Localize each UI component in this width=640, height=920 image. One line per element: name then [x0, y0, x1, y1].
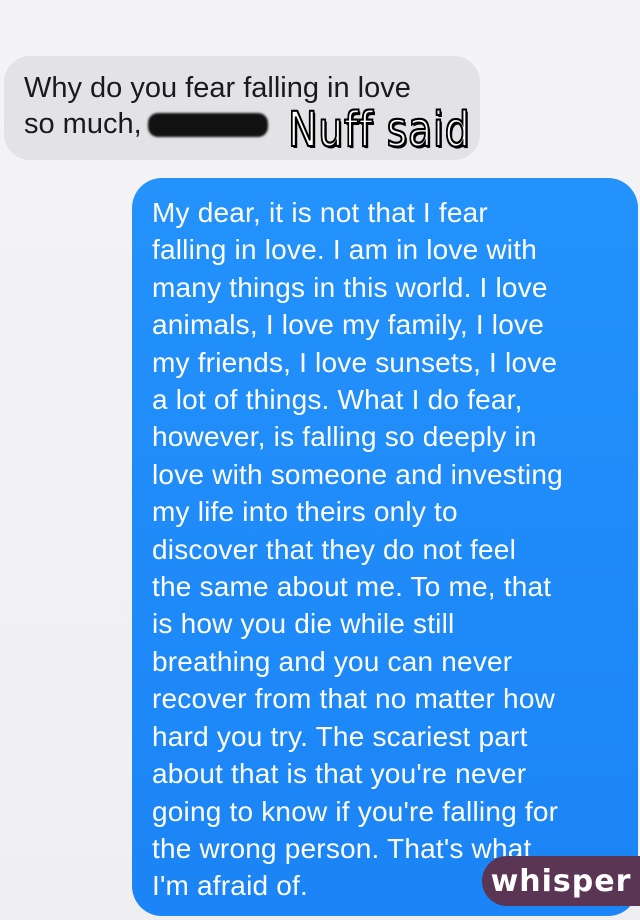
outgoing-line-12: is how you die while still [152, 608, 455, 640]
outgoing-line-15: hard you try. The scariest part [152, 720, 528, 752]
outgoing-message-text: My dear, it is not that I fear falling i… [152, 194, 620, 905]
outgoing-line-10: discover that they do not feel [152, 533, 516, 565]
outgoing-line-5: my friends, I love sunsets, I love [152, 346, 558, 378]
outgoing-line-11: the same about me. To me, that [152, 571, 552, 603]
outgoing-line-2: falling in love. I am in love with [152, 234, 537, 266]
outgoing-line-16: about that is that you're never [152, 758, 527, 790]
outgoing-line-7: however, is falling so deeply in [152, 421, 537, 453]
outgoing-line-8: love with someone and investing [152, 458, 563, 490]
outgoing-message-bubble: My dear, it is not that I fear falling i… [132, 178, 638, 916]
outgoing-line-1: My dear, it is not that I fear [152, 197, 488, 228]
outgoing-line-14: recover from that no matter how [152, 683, 556, 715]
outgoing-line-9: my life into theirs only to [152, 496, 458, 528]
outgoing-line-17: going to know if you're falling for [152, 795, 559, 827]
redacted-name [147, 113, 268, 138]
outgoing-line-4: animals, I love my family, I love [152, 309, 544, 341]
whisper-logo-text: whisper [490, 863, 632, 899]
conversation-screen: Why do you fear falling in love so much,… [0, 0, 640, 920]
outgoing-line-6: a lot of things. What I do fear, [152, 384, 523, 416]
incoming-message-line-2-text: so much, [24, 108, 142, 140]
outgoing-line-3: many things in this world. I love [152, 271, 548, 303]
whisper-watermark-badge: whisper [482, 856, 640, 906]
outgoing-line-13: breathing and you can never [152, 645, 513, 677]
overlay-caption: Nuff said [287, 101, 471, 159]
